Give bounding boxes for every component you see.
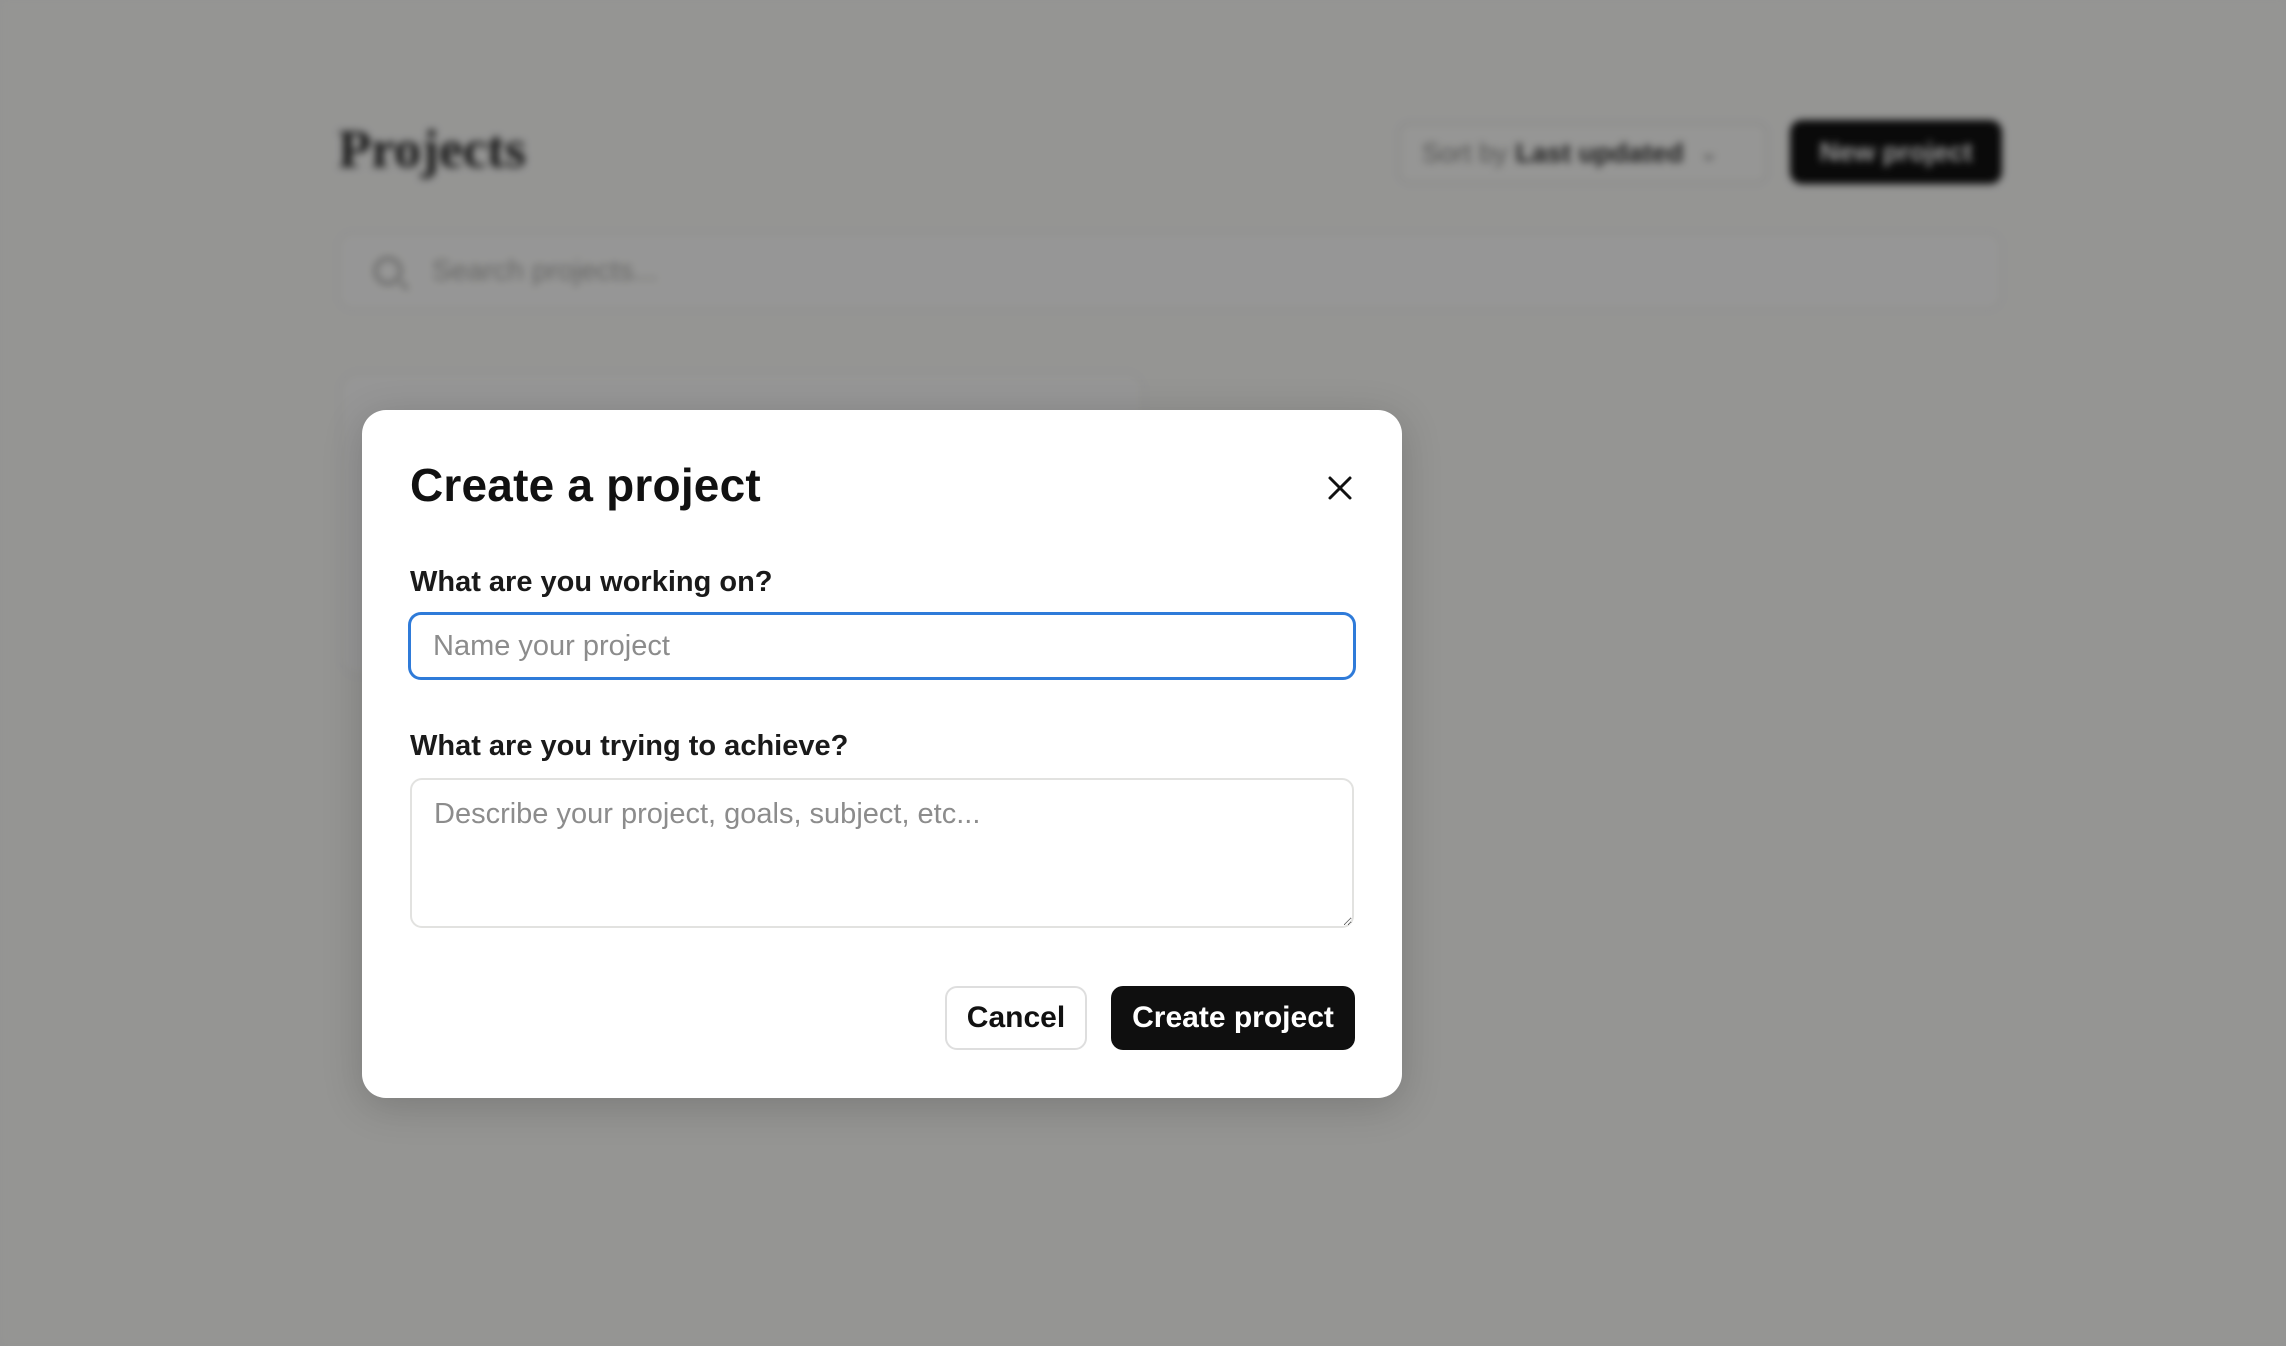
project-description-label: What are you trying to achieve?	[410, 730, 849, 762]
create-project-dialog: Create a project What are you working on…	[362, 410, 1402, 1098]
dialog-title: Create a project	[410, 459, 761, 511]
app-window: Projects Sort by Last updated ⌄ New proj…	[0, 0, 2286, 1346]
project-name-input[interactable]	[409, 613, 1355, 679]
create-project-button[interactable]: Create project	[1111, 986, 1355, 1050]
close-icon	[1328, 476, 1352, 500]
close-button[interactable]	[1320, 468, 1360, 508]
cancel-button[interactable]: Cancel	[945, 986, 1087, 1050]
project-description-textarea[interactable]	[410, 778, 1354, 928]
project-name-label: What are you working on?	[410, 566, 773, 598]
